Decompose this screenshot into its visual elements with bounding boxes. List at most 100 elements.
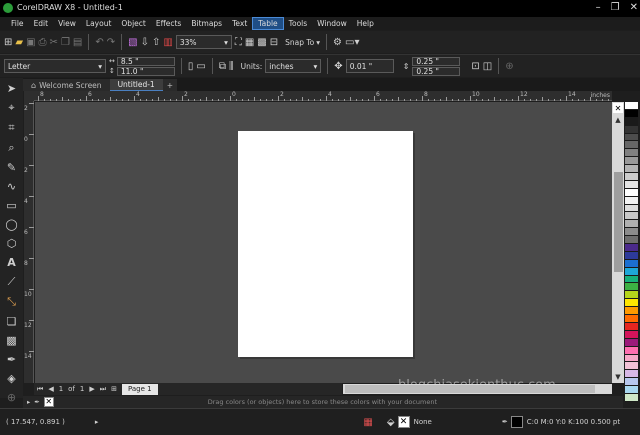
menu-help[interactable]: Help xyxy=(352,18,379,29)
tab-untitled-1[interactable]: Untitled-1 xyxy=(109,79,163,91)
color-swatch[interactable] xyxy=(625,228,638,237)
new-document-icon[interactable]: ⊞ xyxy=(4,37,12,48)
eyedropper-icon[interactable]: ✒ xyxy=(34,398,39,406)
color-swatch[interactable] xyxy=(625,149,638,158)
eyedropper-tool-icon[interactable]: ✒ xyxy=(4,353,20,366)
color-swatch[interactable] xyxy=(625,251,638,260)
color-proof-icon[interactable]: ▦ xyxy=(363,417,372,428)
horizontal-ruler[interactable]: inches 8 6 4 2 0 2 4 6 8 10 12 14 xyxy=(34,91,612,101)
menu-bitmaps[interactable]: Bitmaps xyxy=(186,18,227,29)
paste-icon[interactable]: ▤ xyxy=(73,37,82,48)
duplicate-y-input[interactable]: 0.25 " xyxy=(412,66,461,76)
color-swatch[interactable] xyxy=(625,393,638,402)
menu-effects[interactable]: Effects xyxy=(151,18,187,29)
color-swatch[interactable] xyxy=(625,378,638,387)
ellipse-tool-icon[interactable]: ◯ xyxy=(4,218,20,231)
scroll-up-arrow-icon[interactable]: ▲ xyxy=(613,115,623,125)
color-swatch[interactable] xyxy=(625,196,638,205)
cut-icon[interactable]: ✂ xyxy=(50,37,58,48)
document-page[interactable] xyxy=(238,131,413,357)
polygon-tool-icon[interactable]: ⬡ xyxy=(4,237,20,250)
color-swatch[interactable] xyxy=(625,330,638,339)
last-page-icon[interactable]: ⏭ xyxy=(100,385,106,394)
color-swatch[interactable] xyxy=(625,291,638,300)
options-gear-icon[interactable]: ⚙ xyxy=(333,37,342,48)
menu-text[interactable]: Text xyxy=(227,18,252,29)
duplicate-x-input[interactable]: 0.25 " xyxy=(412,56,461,66)
crop-tool-icon[interactable]: ⌗ xyxy=(4,121,20,135)
color-swatch[interactable] xyxy=(625,188,638,197)
drop-shadow-tool-icon[interactable]: ❏ xyxy=(4,315,20,328)
landscape-icon[interactable]: ▭ xyxy=(196,61,205,72)
outline-color-swatch[interactable] xyxy=(510,416,523,428)
color-swatch[interactable] xyxy=(625,370,638,379)
menu-file[interactable]: File xyxy=(6,18,29,29)
publish-pdf-icon[interactable]: ▥ xyxy=(163,37,172,48)
menu-edit[interactable]: Edit xyxy=(29,18,54,29)
nudge-distance-input[interactable]: 0.01 " xyxy=(345,59,394,73)
color-swatch[interactable] xyxy=(625,259,638,268)
parallel-dimension-tool-icon[interactable]: ⟋ xyxy=(4,275,20,289)
portrait-icon[interactable]: ▯ xyxy=(188,61,194,72)
color-swatch[interactable] xyxy=(625,362,638,371)
color-swatch[interactable] xyxy=(625,173,638,181)
color-swatch[interactable] xyxy=(625,386,638,394)
application-launcher-icon[interactable]: ▭▾ xyxy=(345,37,359,48)
vertical-ruler[interactable]: 2 0 2 4 6 8 10 12 14 xyxy=(24,101,34,383)
text-tool-icon[interactable]: A xyxy=(4,256,20,269)
fill-bucket-icon[interactable]: ⬙ xyxy=(387,417,395,428)
zoom-tool-icon[interactable]: ⌕ xyxy=(4,141,20,155)
color-swatch[interactable] xyxy=(625,267,638,276)
color-swatch[interactable] xyxy=(625,346,638,355)
add-tool-icon[interactable]: ⊕ xyxy=(4,391,20,404)
palette-menu-icon[interactable]: ▸ xyxy=(27,398,30,406)
menu-view[interactable]: View xyxy=(53,18,81,29)
undo-icon[interactable]: ↶ xyxy=(95,37,103,48)
show-grid-icon[interactable]: ▩ xyxy=(257,37,266,48)
freehand-tool-icon[interactable]: ✎ xyxy=(4,161,20,174)
color-swatch[interactable] xyxy=(625,157,638,166)
menu-object[interactable]: Object xyxy=(116,18,150,29)
color-swatch[interactable] xyxy=(625,212,638,221)
rectangle-tool-icon[interactable]: ▭ xyxy=(4,199,20,212)
page-size-select[interactable]: Letter ▾ xyxy=(4,59,106,73)
fill-none-swatch[interactable]: ✕ xyxy=(397,416,410,428)
color-swatch[interactable] xyxy=(625,102,638,110)
treat-as-filled-icon[interactable]: ⊡ xyxy=(471,61,479,72)
outline-pen-icon[interactable]: ✒ xyxy=(502,418,508,426)
color-swatch[interactable] xyxy=(625,165,638,174)
color-swatch[interactable] xyxy=(625,283,638,292)
color-swatch[interactable] xyxy=(625,338,638,347)
menu-tools[interactable]: Tools xyxy=(284,18,312,29)
add-property-icon[interactable]: ⊕ xyxy=(505,61,513,72)
minimize-button[interactable]: – xyxy=(596,2,601,13)
next-page-icon[interactable]: ▶ xyxy=(89,385,94,393)
redo-icon[interactable]: ↷ xyxy=(107,37,115,48)
color-swatch[interactable] xyxy=(625,109,638,118)
artistic-media-tool-icon[interactable]: ∿ xyxy=(4,180,20,193)
page-height-input[interactable]: 11.0 " xyxy=(116,66,175,76)
draw-bounding-box-icon[interactable]: ◫ xyxy=(483,61,492,72)
tab-welcome-screen[interactable]: ⌂ Welcome Screen xyxy=(23,79,110,91)
snap-to-dropdown[interactable]: Snap To ▾ xyxy=(285,38,320,47)
vertical-scroll-thumb[interactable] xyxy=(614,172,623,272)
add-page-icon[interactable]: ⊞ xyxy=(111,385,117,393)
no-color-swatch[interactable]: ✕ xyxy=(43,397,54,407)
color-swatch[interactable] xyxy=(625,354,638,363)
horizontal-scroll-thumb[interactable] xyxy=(345,385,595,393)
copy-icon[interactable]: ❐ xyxy=(61,37,70,48)
color-swatch[interactable] xyxy=(625,244,638,252)
import-icon[interactable]: ⇩ xyxy=(141,37,149,48)
first-page-icon[interactable]: ⏮ xyxy=(37,385,43,394)
close-button[interactable]: ✕ xyxy=(630,2,638,13)
new-tab-button[interactable]: + xyxy=(162,79,178,91)
menu-table[interactable]: Table xyxy=(252,17,284,30)
coreldraw-app-icon[interactable] xyxy=(3,3,13,13)
color-swatch[interactable] xyxy=(625,236,638,245)
palette-close-icon[interactable]: ✕ xyxy=(613,103,623,113)
open-folder-icon[interactable]: ▰ xyxy=(15,37,23,48)
zoom-level-select[interactable]: 33% ▾ xyxy=(175,35,232,49)
page-tab-1[interactable]: Page 1 xyxy=(121,383,158,395)
pick-tool-icon[interactable]: ➤ xyxy=(4,82,20,95)
interactive-fill-tool-icon[interactable]: ◈ xyxy=(4,372,20,385)
